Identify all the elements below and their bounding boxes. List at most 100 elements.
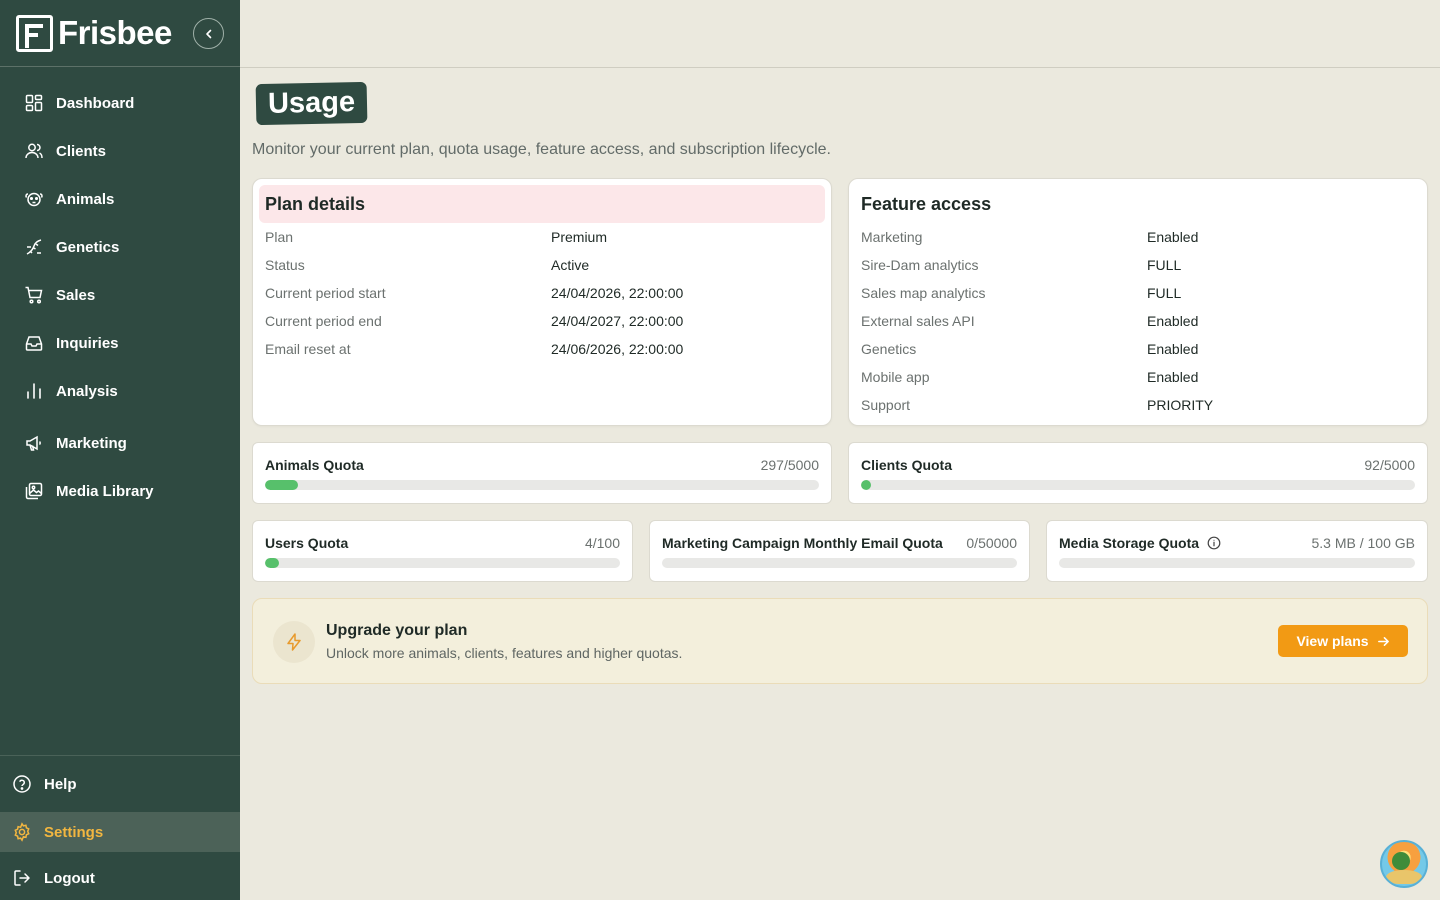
images-icon bbox=[25, 482, 43, 500]
feature-row: Sire-Dam analytics FULL bbox=[849, 251, 1427, 279]
feature-row-value: Enabled bbox=[1147, 229, 1199, 245]
media-storage-quota: Media Storage Quota 5.3 MB / 100 GB bbox=[1046, 520, 1428, 582]
animals-quota: Animals Quota 297/5000 bbox=[252, 442, 832, 504]
feature-row-key: Genetics bbox=[861, 341, 917, 357]
quota-label: Clients Quota bbox=[861, 457, 953, 473]
sidebar-item-settings[interactable]: Settings bbox=[0, 812, 240, 852]
sidebar-item-animals[interactable]: Animals bbox=[0, 175, 240, 223]
quota-progress-track bbox=[265, 480, 819, 490]
feature-row: Support PRIORITY bbox=[849, 391, 1427, 419]
quota-value: 0/50000 bbox=[966, 535, 1017, 551]
email-quota: Marketing Campaign Monthly Email Quota 0/… bbox=[649, 520, 1030, 582]
sidebar-item-label: Marketing bbox=[56, 434, 127, 452]
logout-icon bbox=[14, 870, 30, 886]
status-row-key: Status bbox=[265, 257, 305, 273]
email-reset-key: Email reset at bbox=[265, 341, 351, 357]
lightning-icon bbox=[273, 621, 315, 663]
quota-label: Media Storage Quota bbox=[1059, 535, 1200, 551]
quota-label: Users Quota bbox=[265, 535, 349, 551]
quota-label: Animals Quota bbox=[265, 457, 364, 473]
feature-row-value: FULL bbox=[1147, 285, 1182, 301]
sidebar-item-media-library[interactable]: Media Library bbox=[0, 467, 240, 515]
status-row: Status Active bbox=[253, 251, 831, 279]
email-reset-value: 24/06/2026, 22:00:00 bbox=[551, 341, 684, 357]
sidebar-item-clients[interactable]: Clients bbox=[0, 127, 240, 175]
view-plans-button[interactable]: View plans bbox=[1278, 625, 1408, 657]
plan-row-value: Premium bbox=[551, 229, 608, 245]
users-quota: Users Quota 4/100 bbox=[252, 520, 633, 582]
plan-details-card: Plan details Plan Premium Status Active Cu… bbox=[252, 178, 832, 426]
quota-label: Marketing Campaign Monthly Email Quota bbox=[662, 535, 943, 551]
bar-chart-icon bbox=[27, 383, 41, 399]
quota-progress-fill bbox=[265, 558, 280, 568]
sidebar-bottom: Help Settings Logout bbox=[0, 755, 240, 900]
feature-row: Mobile app Enabled bbox=[849, 363, 1427, 391]
quota-label-wrap: Media Storage Quota bbox=[1059, 535, 1221, 551]
sidebar-item-label: Genetics bbox=[56, 238, 120, 256]
period-start-key: Current period start bbox=[265, 285, 386, 301]
feature-row-value: Enabled bbox=[1147, 341, 1199, 357]
grid-icon bbox=[25, 94, 43, 112]
sidebar-item-help[interactable]: Help bbox=[0, 764, 240, 804]
sidebar-item-marketing[interactable]: Marketing bbox=[0, 419, 240, 467]
sidebar-item-analysis[interactable]: Analysis bbox=[0, 367, 240, 415]
brand-name: Frisbee bbox=[58, 14, 172, 51]
page-subtitle: Monitor your current plan, quota usage, … bbox=[252, 141, 831, 158]
user-avatar[interactable] bbox=[1380, 840, 1428, 888]
sidebar-item-sales[interactable]: Sales bbox=[0, 271, 240, 319]
feature-row: Sales map analytics FULL bbox=[849, 279, 1427, 307]
help-circle-icon bbox=[13, 775, 31, 793]
megaphone-icon bbox=[26, 435, 41, 451]
users-icon bbox=[25, 143, 43, 159]
clients-quota: Clients Quota 92/5000 bbox=[848, 442, 1428, 504]
status-row-value: Active bbox=[551, 257, 590, 273]
view-plans-label: View plans bbox=[1296, 633, 1369, 649]
sidebar-item-genetics[interactable]: Genetics bbox=[0, 223, 240, 271]
sidebar-item-label: Inquiries bbox=[56, 334, 119, 352]
feature-row-key: Marketing bbox=[861, 229, 923, 245]
sidebar-item-label: Clients bbox=[56, 142, 107, 160]
genetics-icon bbox=[26, 239, 42, 255]
feature-row-value: Enabled bbox=[1147, 313, 1199, 329]
feature-row: Marketing Enabled bbox=[849, 223, 1427, 251]
sidebar-item-label: Settings bbox=[44, 823, 104, 841]
plan-details-title: Plan details bbox=[259, 185, 825, 223]
plan-row: Plan Premium bbox=[253, 223, 831, 251]
period-end-key: Current period end bbox=[265, 313, 382, 329]
period-end-row: Current period end 24/04/2027, 22:00:00 bbox=[253, 307, 831, 335]
feature-row: External sales API Enabled bbox=[849, 307, 1427, 335]
upgrade-banner: Upgrade your plan Unlock more animals, c… bbox=[252, 598, 1428, 684]
collapse-sidebar-button[interactable] bbox=[193, 18, 224, 49]
info-icon[interactable] bbox=[1207, 536, 1221, 550]
quota-progress-track bbox=[265, 558, 620, 568]
feature-row-key: Sales map analytics bbox=[861, 285, 986, 301]
feature-row-key: Mobile app bbox=[861, 369, 930, 385]
feature-row: Genetics Enabled bbox=[849, 335, 1427, 363]
sidebar-item-label: Media Library bbox=[56, 482, 154, 500]
quota-progress-track bbox=[662, 558, 1017, 568]
feature-row-value: Enabled bbox=[1147, 369, 1199, 385]
period-end-value: 24/04/2027, 22:00:00 bbox=[551, 313, 684, 329]
chevron-left-icon bbox=[205, 29, 211, 38]
sidebar-item-logout[interactable]: Logout bbox=[0, 856, 240, 900]
feature-row-value: PRIORITY bbox=[1147, 397, 1214, 413]
sidebar-nav: Dashboard Clients Animals Genetics Sales… bbox=[0, 67, 240, 515]
upgrade-title: Upgrade your plan bbox=[326, 622, 468, 639]
feature-row-key: Support bbox=[861, 397, 911, 413]
cart-icon bbox=[25, 286, 43, 304]
page-title: Usage bbox=[255, 81, 368, 126]
frisbee-logo-icon bbox=[16, 14, 53, 52]
inbox-icon bbox=[25, 336, 43, 351]
top-bar bbox=[240, 0, 1440, 68]
sidebar-item-inquiries[interactable]: Inquiries bbox=[0, 319, 240, 367]
feature-access-title: Feature access bbox=[861, 193, 992, 214]
quota-progress-track bbox=[861, 480, 1415, 490]
sidebar-item-dashboard[interactable]: Dashboard bbox=[0, 79, 240, 127]
sidebar-item-label: Dashboard bbox=[56, 94, 135, 112]
email-reset-row: Email reset at 24/06/2026, 22:00:00 bbox=[253, 335, 831, 363]
quota-progress-track bbox=[1059, 558, 1415, 568]
sidebar-item-label: Logout bbox=[44, 869, 95, 887]
period-start-value: 24/04/2026, 22:00:00 bbox=[551, 285, 684, 301]
quota-value: 297/5000 bbox=[760, 457, 819, 473]
animal-icon bbox=[25, 192, 43, 207]
